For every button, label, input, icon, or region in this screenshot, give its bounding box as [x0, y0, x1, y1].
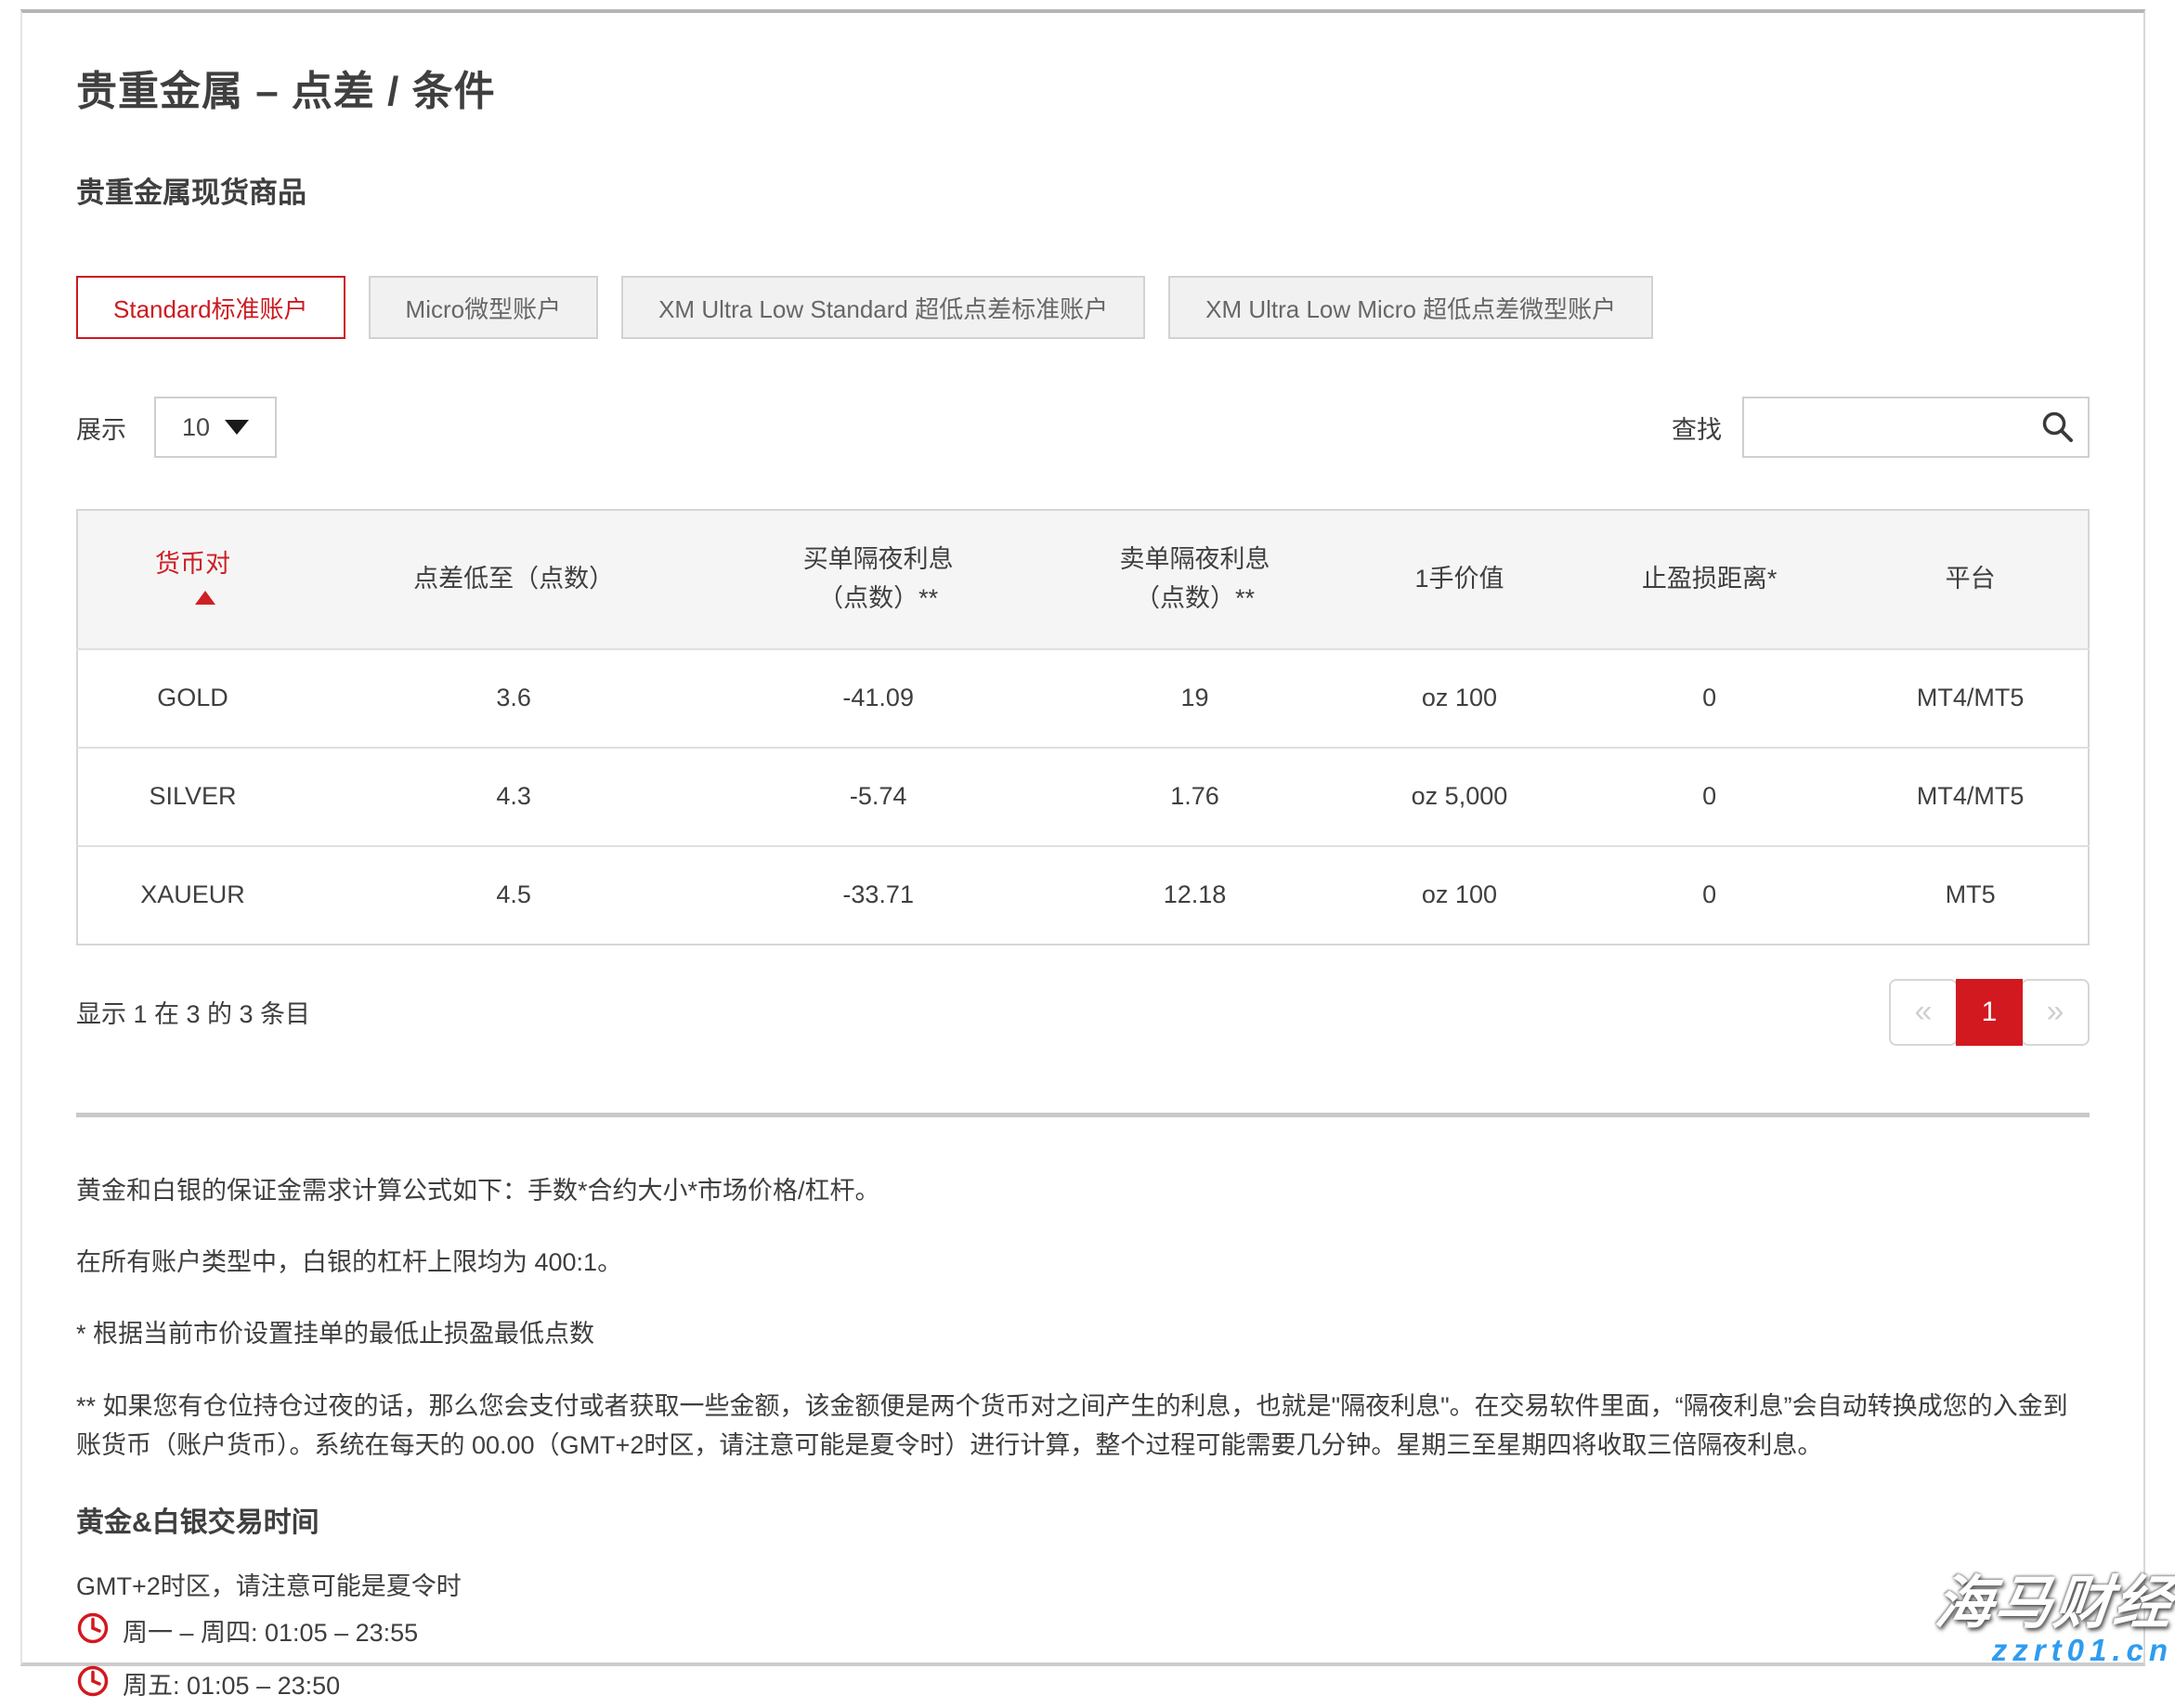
search-control: 查找 [1672, 397, 2090, 458]
table-header-row: 货币对 点差低至（点数） 买单隔夜利息 （点数）** 卖单隔夜利息 （点数）** [77, 510, 2089, 649]
page-size-value: 10 [182, 413, 210, 442]
note-stop-level: * 根据当前市价设置挂单的最低止损盈最低点数 [76, 1316, 2090, 1352]
cell-platform: MT4/MT5 [1853, 649, 2089, 748]
table-row-silver: SILVER 4.3 -5.74 1.76 oz 5,000 0 MT4/MT5 [77, 748, 2089, 846]
chevrons-right-icon: » [2047, 994, 2064, 1030]
content-container: 贵重金属 – 点差 / 条件 贵重金属现货商品 Standard标准账户 Mic… [20, 9, 2145, 1666]
tab-ultra-low-standard-account[interactable]: XM Ultra Low Standard 超低点差标准账户 [621, 276, 1145, 339]
clock-icon [76, 1611, 110, 1655]
column-header-lot-value[interactable]: 1手价值 [1353, 510, 1566, 649]
note-margin-formula: 黄金和白银的保证金需求计算公式如下：手数*合约大小*市场价格/杠杆。 [76, 1173, 2090, 1209]
cell-spread: 4.3 [307, 748, 720, 846]
table-head: 货币对 点差低至（点数） 买单隔夜利息 （点数）** 卖单隔夜利息 （点数）** [77, 510, 2089, 649]
cell-spread: 3.6 [307, 649, 720, 748]
page-size-select[interactable]: 10 [154, 397, 277, 458]
instruments-table: 货币对 点差低至（点数） 买单隔夜利息 （点数）** 卖单隔夜利息 （点数）** [76, 509, 2090, 945]
chevrons-left-icon: « [1915, 994, 1933, 1030]
cell-platform: MT5 [1853, 846, 2089, 945]
cell-lot-value: oz 5,000 [1353, 748, 1566, 846]
schedule-mon-thu-text: 周一 – 周四: 01:05 – 23:55 [123, 1615, 418, 1651]
table-controls: 展示 10 查找 [76, 397, 2090, 458]
cell-swap-long: -33.71 [720, 846, 1036, 945]
entries-summary: 显示 1 在 3 的 3 条目 [76, 994, 310, 1030]
table-footer: 显示 1 在 3 的 3 条目 « 1 » [76, 979, 2090, 1046]
column-header-swap-short[interactable]: 卖单隔夜利息 （点数）** [1036, 510, 1353, 649]
column-header-swap-long[interactable]: 买单隔夜利息 （点数）** [720, 510, 1036, 649]
cell-swap-short: 1.76 [1036, 748, 1353, 846]
cell-swap-short: 19 [1036, 649, 1353, 748]
column-header-stop-level[interactable]: 止盈损距离* [1566, 510, 1853, 649]
account-type-tabs: Standard标准账户 Micro微型账户 XM Ultra Low Stan… [76, 276, 2090, 339]
footnotes: 黄金和白银的保证金需求计算公式如下：手数*合约大小*市场价格/杠杆。 在所有账户… [76, 1173, 2090, 1466]
cell-lot-value: oz 100 [1353, 649, 1566, 748]
trading-hours-heading: 黄金&白银交易时间 [76, 1499, 2090, 1540]
page-size-control: 展示 10 [76, 397, 277, 458]
schedule-fri: 周五: 01:05 – 23:50 [76, 1664, 2090, 1708]
schedule-mon-thu: 周一 – 周四: 01:05 – 23:55 [76, 1611, 2090, 1655]
search-label: 查找 [1672, 410, 1722, 446]
cell-swap-short: 12.18 [1036, 846, 1353, 945]
column-header-symbol-label: 货币对 [85, 545, 300, 584]
table-body: GOLD 3.6 -41.09 19 oz 100 0 MT4/MT5 SILV… [77, 649, 2089, 945]
show-label: 展示 [76, 410, 126, 446]
cell-platform: MT4/MT5 [1853, 748, 2089, 846]
note-silver-leverage: 在所有账户类型中，白银的杠杆上限均为 400:1。 [76, 1245, 2090, 1281]
note-swap-explanation: ** 如果您有仓位持仓过夜的话，那么您会支付或者获取一些金额，该金额便是两个货币… [76, 1388, 2090, 1466]
page: 贵重金属 – 点差 / 条件 贵重金属现货商品 Standard标准账户 Mic… [0, 0, 2175, 1670]
clock-icon [76, 1664, 110, 1708]
timezone-note: GMT+2时区，请注意可能是夏令时 [76, 1566, 2090, 1602]
cell-spread: 4.5 [307, 846, 720, 945]
sort-asc-icon [195, 591, 215, 605]
column-header-platform[interactable]: 平台 [1853, 510, 2089, 649]
column-header-symbol[interactable]: 货币对 [77, 510, 307, 649]
cell-swap-long: -5.74 [720, 748, 1036, 846]
tab-micro-account[interactable]: Micro微型账户 [369, 276, 599, 339]
search-input[interactable] [1742, 397, 2090, 458]
table-row-gold: GOLD 3.6 -41.09 19 oz 100 0 MT4/MT5 [77, 649, 2089, 748]
tab-standard-account[interactable]: Standard标准账户 [76, 276, 345, 339]
tab-ultra-low-micro-account[interactable]: XM Ultra Low Micro 超低点差微型账户 [1168, 276, 1653, 339]
cell-lot-value: oz 100 [1353, 846, 1566, 945]
pagination-prev-button[interactable]: « [1889, 979, 1958, 1046]
section-divider [76, 1113, 2090, 1117]
caret-down-icon [225, 420, 249, 435]
cell-stop-level: 0 [1566, 649, 1853, 748]
page-title: 贵重金属 – 点差 / 条件 [76, 58, 2090, 117]
pagination: « 1 » [1889, 979, 2090, 1046]
cell-symbol: SILVER [77, 748, 307, 846]
column-header-spread[interactable]: 点差低至（点数） [307, 510, 720, 649]
cell-swap-long: -41.09 [720, 649, 1036, 748]
cell-symbol: GOLD [77, 649, 307, 748]
cell-symbol: XAUEUR [77, 846, 307, 945]
search-icon [2039, 409, 2077, 450]
cell-stop-level: 0 [1566, 846, 1853, 945]
schedule-fri-text: 周五: 01:05 – 23:50 [123, 1668, 340, 1704]
page-subtitle: 贵重金属现货商品 [76, 169, 2090, 211]
table-row-xaueur: XAUEUR 4.5 -33.71 12.18 oz 100 0 MT5 [77, 846, 2089, 945]
pagination-page-1[interactable]: 1 [1956, 979, 2023, 1046]
cell-stop-level: 0 [1566, 748, 1853, 846]
search-wrap [1742, 397, 2090, 458]
pagination-next-button[interactable]: » [2021, 979, 2090, 1046]
